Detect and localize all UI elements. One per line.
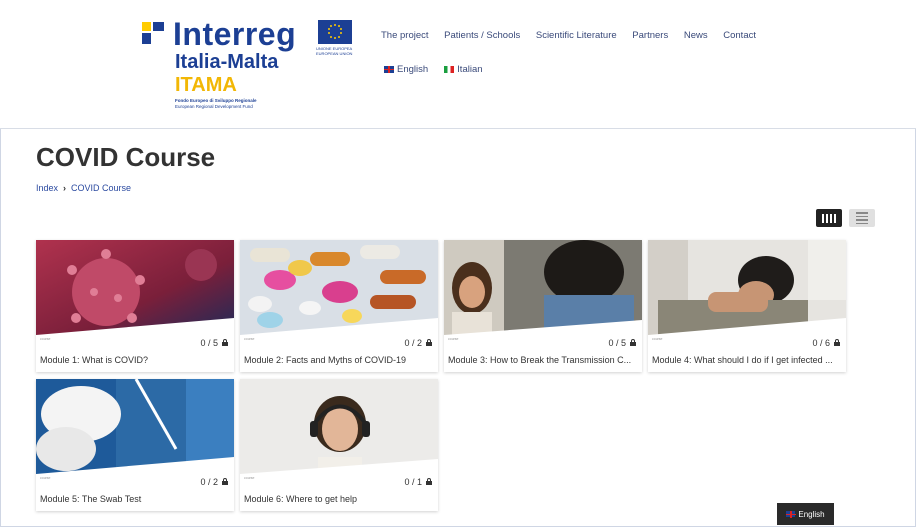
module-tag: course xyxy=(244,476,255,480)
lock-icon xyxy=(426,339,432,346)
grid-view-button[interactable] xyxy=(816,209,842,227)
module-tag: course xyxy=(652,337,663,341)
nav-item-patients-schools[interactable]: Patients / Schools xyxy=(444,30,520,41)
lang-english-link[interactable]: English xyxy=(384,64,428,75)
breadcrumb: Index › COVID Course xyxy=(36,183,131,193)
footer-language-label: English xyxy=(798,509,825,519)
module-progress: 0 / 2 xyxy=(404,338,432,348)
module-image-women-talking xyxy=(444,240,642,335)
lang-english-label: English xyxy=(397,64,429,75)
module-title[interactable]: Module 2: Facts and Myths of COVID-19 xyxy=(244,355,434,365)
lock-icon xyxy=(630,339,636,346)
footer-language-button[interactable]: English xyxy=(777,503,834,525)
module-card[interactable]: course 0 / 5 Module 1: What is COVID? xyxy=(36,240,234,372)
italy-flag-icon xyxy=(444,66,455,73)
lang-italian-label: Italian xyxy=(457,64,483,75)
module-progress: 0 / 6 xyxy=(812,338,840,348)
uk-flag-icon xyxy=(384,66,394,73)
module-card[interactable]: course 0 / 1 Module 6: Where to get help xyxy=(240,379,438,511)
site-header: Interreg UNIONE EUROPEA EUROPEAN UNION I… xyxy=(0,0,916,129)
nav-item-news[interactable]: News xyxy=(684,30,708,41)
module-title[interactable]: Module 4: What should I do if I get infe… xyxy=(652,355,842,365)
list-view-button[interactable] xyxy=(849,209,875,227)
lang-italian-link[interactable]: Italian xyxy=(444,64,483,75)
breadcrumb-current[interactable]: COVID Course xyxy=(71,183,131,193)
grid-view-icon xyxy=(822,213,836,223)
module-tag: course xyxy=(40,337,51,341)
chevron-right-icon: › xyxy=(63,183,67,193)
eu-flag-icon xyxy=(318,20,352,44)
logo-fund-it: Fondo Europeo di Sviluppo Regionale xyxy=(175,98,257,103)
module-progress: 0 / 5 xyxy=(608,338,636,348)
breadcrumb-index-link[interactable]: Index xyxy=(36,183,58,193)
nav-item-contact[interactable]: Contact xyxy=(723,30,756,41)
lock-icon xyxy=(834,339,840,346)
module-title[interactable]: Module 1: What is COVID? xyxy=(40,355,230,365)
module-image-virus xyxy=(36,240,234,335)
lock-icon xyxy=(426,478,432,485)
logo-region: Italia-Malta xyxy=(175,51,279,73)
module-title[interactable]: Module 6: Where to get help xyxy=(244,494,434,504)
lock-icon xyxy=(222,478,228,485)
module-card[interactable]: course 0 / 2 Module 5: The Swab Test xyxy=(36,379,234,511)
module-progress: 0 / 2 xyxy=(200,477,228,487)
logo-project: ITAMA xyxy=(175,74,237,96)
module-title[interactable]: Module 3: How to Break the Transmission … xyxy=(448,355,638,365)
language-switcher: English Italian xyxy=(384,64,499,75)
nav-item-project[interactable]: The project xyxy=(381,30,429,41)
module-image-swab-test xyxy=(36,379,234,474)
interreg-mark-icon xyxy=(142,22,164,44)
module-image-sick-man xyxy=(648,240,846,335)
nav-item-scientific-literature[interactable]: Scientific Literature xyxy=(536,30,617,41)
module-progress: 0 / 1 xyxy=(404,477,432,487)
module-tag: course xyxy=(244,337,255,341)
module-image-help-operator xyxy=(240,379,438,474)
main-nav: The project Patients / Schools Scientifi… xyxy=(381,30,769,41)
module-image-pills xyxy=(240,240,438,335)
module-tag: course xyxy=(40,476,51,480)
interreg-logo[interactable]: Interreg UNIONE EUROPEA EUROPEAN UNION I… xyxy=(140,14,370,114)
module-title[interactable]: Module 5: The Swab Test xyxy=(40,494,230,504)
nav-item-partners[interactable]: Partners xyxy=(632,30,668,41)
module-tag: course xyxy=(448,337,459,341)
list-view-icon xyxy=(856,212,868,224)
page-title: COVID Course xyxy=(36,142,216,172)
uk-flag-icon xyxy=(786,511,797,518)
eu-text: UNIONE EUROPEA EUROPEAN UNION xyxy=(316,46,353,56)
lock-icon xyxy=(222,339,228,346)
module-card[interactable]: course 0 / 2 Module 2: Facts and Myths o… xyxy=(240,240,438,372)
module-card[interactable]: course 0 / 5 Module 3: How to Break the … xyxy=(444,240,642,372)
module-progress: 0 / 5 xyxy=(200,338,228,348)
logo-brand: Interreg xyxy=(173,16,297,52)
module-card[interactable]: course 0 / 6 Module 4: What should I do … xyxy=(648,240,846,372)
logo-fund-en: European Regional Development Fund xyxy=(175,104,253,109)
